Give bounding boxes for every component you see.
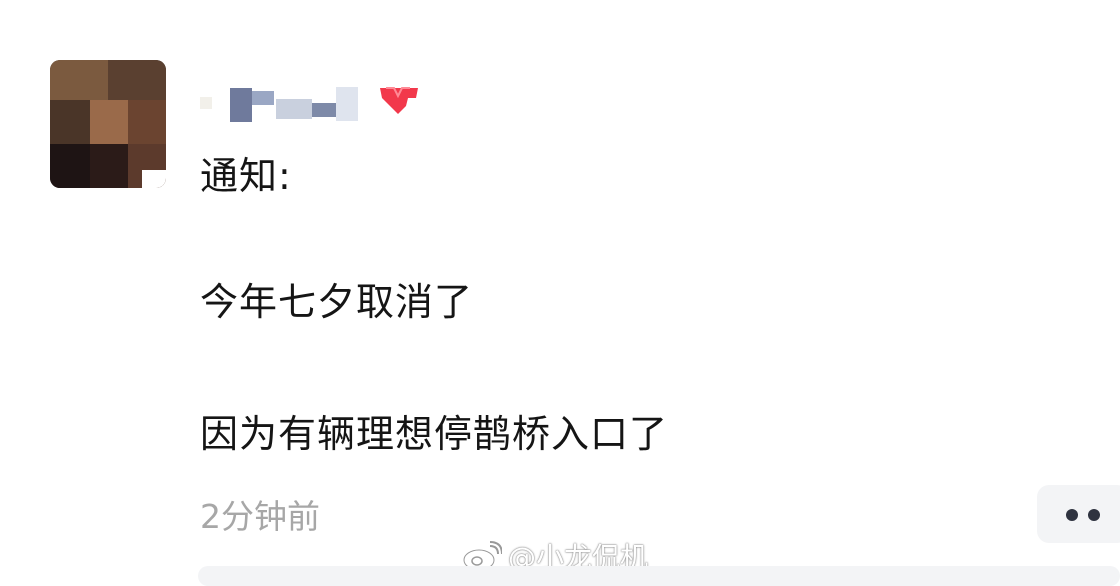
- avatar-pixel: [142, 170, 166, 188]
- post-line-2: 因为有辆理想停鹊桥入口了: [200, 412, 669, 456]
- post-title: 通知:: [200, 154, 292, 198]
- avatar-pixel: [50, 60, 108, 100]
- avatar[interactable]: [50, 60, 166, 188]
- avatar-pixel: [50, 144, 90, 188]
- post-line-1: 今年七夕取消了: [200, 280, 474, 324]
- next-item-edge: [198, 566, 1120, 586]
- avatar-pixel: [128, 100, 166, 144]
- more-dots-icon: [1088, 509, 1100, 521]
- vip-badge-icon: [378, 84, 420, 116]
- avatar-pixel: [50, 100, 90, 144]
- more-dots-icon: [1066, 509, 1078, 521]
- avatar-pixel: [90, 144, 128, 188]
- post-timestamp: 2分钟前: [200, 497, 320, 536]
- avatar-pixel: [108, 60, 166, 100]
- more-button[interactable]: [1037, 485, 1120, 543]
- avatar-pixel: [90, 100, 128, 144]
